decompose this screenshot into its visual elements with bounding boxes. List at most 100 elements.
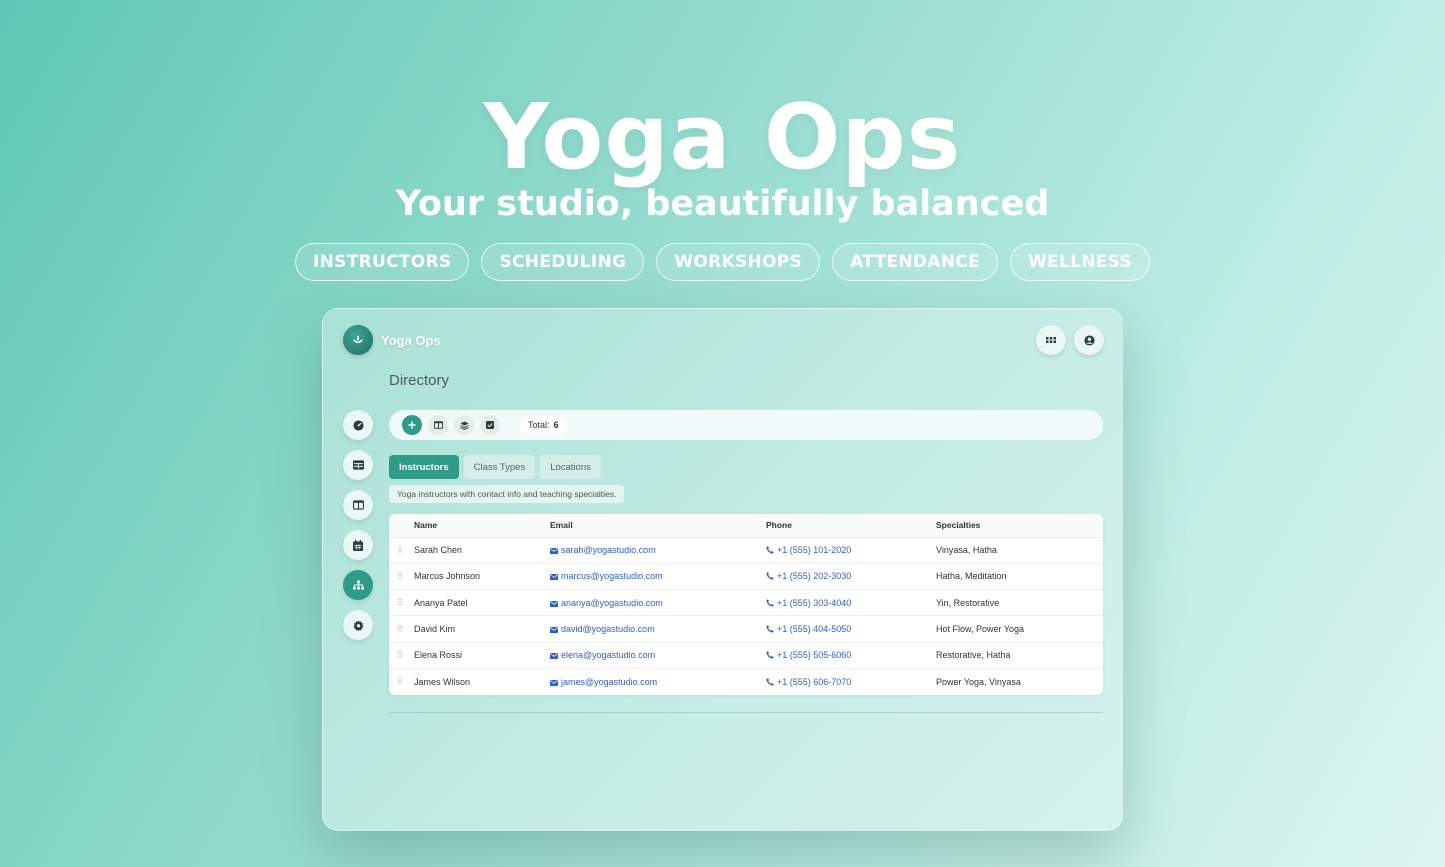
columns-view-button[interactable] xyxy=(428,415,448,435)
pill-instructors: INSTRUCTORS xyxy=(295,243,470,281)
cell-name: Elena Rossi xyxy=(414,650,463,661)
drag-handle-icon[interactable]: ⠿ xyxy=(389,563,414,589)
envelope-icon xyxy=(550,548,558,555)
phone-icon xyxy=(766,572,774,581)
email-link[interactable]: sarah@yogastudio.com xyxy=(561,545,656,555)
envelope-icon xyxy=(550,574,558,581)
pill-attendance: ATTENDANCE xyxy=(832,243,998,281)
cell-email[interactable]: david@yogastudio.com xyxy=(550,616,766,642)
user-account-button[interactable] xyxy=(1074,325,1104,355)
table-row[interactable]: ⠿ Ananya Patel ananya@yogastudio.com +1 … xyxy=(389,590,1103,616)
tab-description: Yoga instructors with contact info and t… xyxy=(389,485,625,503)
email-link[interactable]: elena@yogastudio.com xyxy=(561,650,655,660)
cell-phone[interactable]: +1 (555) 505-6060 xyxy=(766,642,936,668)
dashboard-icon xyxy=(352,419,364,431)
table-row[interactable]: ⠿ David Kim david@yogastudio.com +1 (555… xyxy=(389,616,1103,643)
cell-email[interactable]: ananya@yogastudio.com xyxy=(550,590,766,616)
instructors-table: Name Email Phone Specialties ⠿ Sarah Che… xyxy=(389,514,1103,695)
email-link[interactable]: marcus@yogastudio.com xyxy=(561,571,663,581)
cell-name: Sarah Chen xyxy=(414,545,463,556)
layers-button[interactable] xyxy=(454,415,474,435)
cell-phone[interactable]: +1 (555) 404-5050 xyxy=(766,616,936,642)
calendar-icon xyxy=(353,539,363,551)
cell-email[interactable]: marcus@yogastudio.com xyxy=(550,563,766,589)
plus-icon xyxy=(408,421,416,429)
cell-specialties: Yin, Restorative xyxy=(936,597,1000,608)
cell-specialties: Vinyasa, Hatha xyxy=(936,545,997,556)
cell-email[interactable]: elena@yogastudio.com xyxy=(550,642,766,668)
email-link[interactable]: james@yogastudio.com xyxy=(561,677,657,687)
cell-name: James Wilson xyxy=(414,676,471,687)
phone-link[interactable]: +1 (555) 202-3030 xyxy=(777,571,851,581)
phone-icon xyxy=(766,678,774,686)
column-header-name[interactable]: Name xyxy=(414,514,550,538)
feature-pills: INSTRUCTORS SCHEDULING WORKSHOPS ATTENDA… xyxy=(0,243,1445,281)
pill-workshops: WORKSHOPS xyxy=(656,243,821,281)
column-header-email[interactable]: Email xyxy=(550,514,766,538)
lotus-logo-icon[interactable] xyxy=(343,325,373,355)
total-value: 6 xyxy=(553,420,559,430)
drag-handle-icon[interactable]: ⠿ xyxy=(389,616,414,642)
drag-handle-icon[interactable]: ⠿ xyxy=(389,642,414,668)
drag-handle-header xyxy=(389,514,414,538)
divider xyxy=(389,712,1103,713)
sidebar-item-table[interactable] xyxy=(343,450,373,480)
phone-link[interactable]: +1 (555) 606-7070 xyxy=(777,677,851,687)
brand-name: Yoga Ops xyxy=(381,333,441,348)
phone-link[interactable]: +1 (555) 404-5050 xyxy=(777,624,851,634)
table-body: ⠿ Sarah Chen sarah@yogastudio.com +1 (55… xyxy=(389,537,1103,695)
apps-grid-button[interactable] xyxy=(1036,325,1066,355)
phone-icon xyxy=(766,625,774,633)
cell-phone[interactable]: +1 (555) 303-4040 xyxy=(766,590,936,616)
envelope-icon xyxy=(550,653,558,660)
tab-bar: Instructors Class Types Locations xyxy=(389,455,601,479)
sidebar-item-hierarchy[interactable] xyxy=(343,570,373,600)
toolbar: Total: 6 xyxy=(389,410,1103,440)
add-button[interactable] xyxy=(402,415,422,435)
tab-instructors[interactable]: Instructors xyxy=(389,455,459,479)
user-circle-icon xyxy=(1083,334,1095,346)
drag-handle-icon[interactable]: ⠿ xyxy=(389,668,414,694)
phone-icon xyxy=(766,651,774,659)
email-link[interactable]: david@yogastudio.com xyxy=(561,624,655,634)
phone-link[interactable]: +1 (555) 505-6060 xyxy=(777,650,851,660)
columns-icon xyxy=(352,500,364,510)
cell-email[interactable]: sarah@yogastudio.com xyxy=(550,537,766,563)
cell-phone[interactable]: +1 (555) 606-7070 xyxy=(766,668,936,694)
phone-icon xyxy=(766,546,774,554)
hero-title: Yoga Ops xyxy=(483,85,962,190)
cell-specialties: Power Yoga, Vinyasa xyxy=(936,676,1021,687)
envelope-icon xyxy=(550,627,558,634)
phone-link[interactable]: +1 (555) 101-2020 xyxy=(777,545,851,555)
email-link[interactable]: ananya@yogastudio.com xyxy=(561,598,663,608)
phone-link[interactable]: +1 (555) 303-4040 xyxy=(777,598,851,608)
total-label: Total: xyxy=(528,420,550,430)
cell-name: David Kim xyxy=(414,624,456,635)
cell-phone[interactable]: +1 (555) 202-3030 xyxy=(766,563,936,589)
drag-handle-icon[interactable]: ⠿ xyxy=(389,590,414,616)
sidebar-item-columns[interactable] xyxy=(343,490,373,520)
tab-locations[interactable]: Locations xyxy=(540,455,601,479)
select-button[interactable] xyxy=(480,415,500,435)
table-row[interactable]: ⠿ James Wilson james@yogastudio.com +1 (… xyxy=(389,668,1103,694)
sidebar-item-settings[interactable] xyxy=(343,610,373,640)
column-header-specialties[interactable]: Specialties xyxy=(936,514,1103,538)
drag-handle-icon[interactable]: ⠿ xyxy=(389,537,414,563)
checkbox-icon xyxy=(486,421,494,429)
sidebar-item-dashboard[interactable] xyxy=(343,410,373,440)
tab-class-types[interactable]: Class Types xyxy=(463,455,536,479)
column-header-phone[interactable]: Phone xyxy=(766,514,936,538)
cell-name: Ananya Patel xyxy=(414,597,468,608)
table-row[interactable]: ⠿ Marcus Johnson marcus@yogastudio.com +… xyxy=(389,563,1103,590)
cell-specialties: Restorative, Hatha xyxy=(936,650,1011,661)
total-count-badge: Total: 6 xyxy=(520,416,567,434)
app-window: Yoga Ops Directory Total: 6 Instructors … xyxy=(322,308,1123,831)
table-row[interactable]: ⠿ Sarah Chen sarah@yogastudio.com +1 (55… xyxy=(389,537,1103,564)
sidebar-item-calendar[interactable] xyxy=(343,530,373,560)
hero-subtitle: Your studio, beautifully balanced xyxy=(395,184,1050,224)
envelope-icon xyxy=(550,600,558,607)
cell-phone[interactable]: +1 (555) 101-2020 xyxy=(766,537,936,563)
layers-icon xyxy=(459,420,469,430)
table-row[interactable]: ⠿ Elena Rossi elena@yogastudio.com +1 (5… xyxy=(389,642,1103,669)
cell-email[interactable]: james@yogastudio.com xyxy=(550,668,766,694)
